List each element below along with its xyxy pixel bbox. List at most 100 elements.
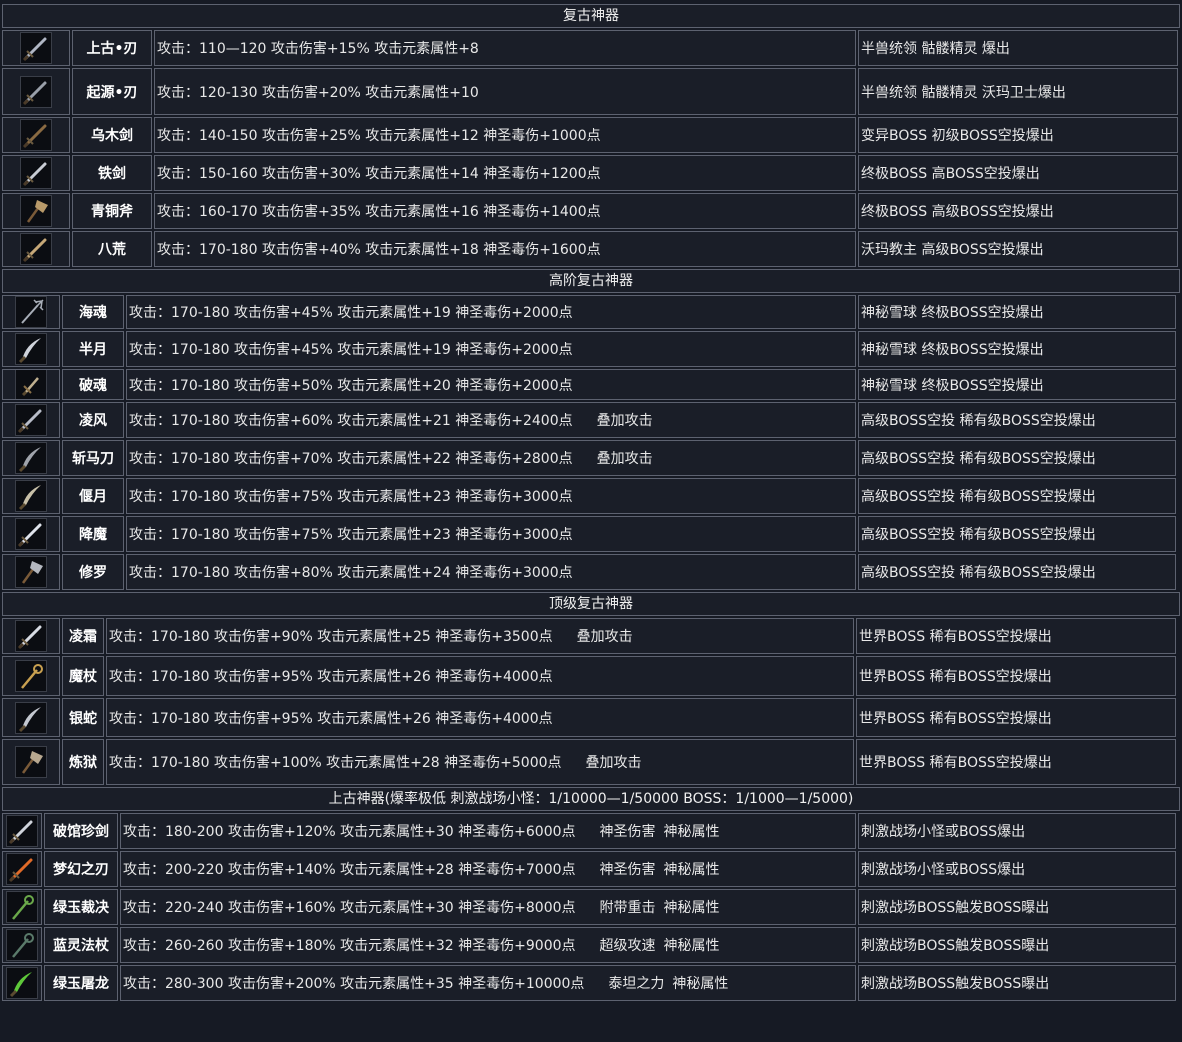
- special-attribute: 神秘属性: [663, 824, 720, 840]
- weapon-attributes: 攻击：160-170 攻击伤害+35% 攻击元素属性+16 神圣毒伤+1400点: [154, 193, 856, 229]
- weapon-name: 凌风: [62, 402, 124, 438]
- weapon-attributes: 攻击：170-180 攻击伤害+95% 攻击元素属性+26 神圣毒伤+4000点: [106, 698, 854, 737]
- table-row: 半月 攻击：170-180 攻击伤害+45% 攻击元素属性+19 神圣毒伤+200…: [2, 331, 1180, 367]
- table-row: 银蛇 攻击：170-180 攻击伤害+95% 攻击元素属性+26 神圣毒伤+400…: [2, 698, 1180, 737]
- drop-source: 高级BOSS空投 稀有级BOSS空投爆出: [858, 554, 1176, 590]
- table-row: 绿玉屠龙 攻击：280-300 攻击伤害+200% 攻击元素属性+35 神圣毒伤+…: [2, 965, 1180, 1001]
- weapon-name: 青铜斧: [72, 193, 152, 229]
- sword-icon: [20, 32, 52, 64]
- weapon-icon-cell: [2, 656, 60, 696]
- weapon-icon-cell: [2, 295, 60, 329]
- section-title: 顶级复古神器: [2, 592, 1180, 616]
- section-title: 高阶复古神器: [2, 269, 1180, 293]
- weapon-icon-cell: [2, 402, 60, 438]
- weapon-attributes: 攻击：110—120 攻击伤害+15% 攻击元素属性+8: [154, 30, 856, 66]
- weapon-attributes: 攻击：200-220 攻击伤害+140% 攻击元素属性+28 神圣毒伤+7000…: [120, 851, 856, 887]
- special-attribute: 神秘属性: [672, 976, 729, 992]
- special-attribute: 神秘属性: [663, 900, 720, 916]
- blade-icon: [6, 967, 38, 999]
- attribute-text: 攻击：170-180 攻击伤害+100% 攻击元素属性+28 神圣毒伤+5000…: [109, 755, 562, 771]
- table-row: 青铜斧 攻击：160-170 攻击伤害+35% 攻击元素属性+16 神圣毒伤+14…: [2, 193, 1180, 229]
- sword-icon: [15, 620, 47, 652]
- special-attribute: 神圣伤害: [599, 824, 656, 840]
- attribute-text: 攻击：170-180 攻击伤害+60% 攻击元素属性+21 神圣毒伤+2400点: [129, 413, 573, 429]
- table-row: 斩马刀 攻击：170-180 攻击伤害+70% 攻击元素属性+22 神圣毒伤+28…: [2, 440, 1180, 476]
- attribute-text: 攻击：110—120 攻击伤害+15% 攻击元素属性+8: [157, 41, 479, 57]
- weapon-name: 炼狱: [62, 739, 104, 785]
- weapon-name: 蓝灵法杖: [44, 927, 118, 963]
- table-row: 修罗 攻击：170-180 攻击伤害+80% 攻击元素属性+24 神圣毒伤+300…: [2, 554, 1180, 590]
- table-row: 凌风 攻击：170-180 攻击伤害+60% 攻击元素属性+21 神圣毒伤+240…: [2, 402, 1180, 438]
- drop-source: 世界BOSS 稀有BOSS空投爆出: [856, 618, 1176, 654]
- staff-icon: [6, 929, 38, 961]
- axe-icon: [20, 195, 52, 227]
- table-row: 偃月 攻击：170-180 攻击伤害+75% 攻击元素属性+23 神圣毒伤+300…: [2, 478, 1180, 514]
- weapon-table: 复古神器 上古•刃 攻击：110—120 攻击伤害+15% 攻击元素属性+8 半兽统领…: [0, 0, 1182, 1042]
- attribute-text: 攻击：120-130 攻击伤害+20% 攻击元素属性+10: [157, 84, 479, 101]
- trident-icon: [15, 296, 47, 328]
- special-attribute: 叠加攻击: [596, 413, 653, 429]
- drop-source: 半兽统领 骷髅精灵 沃玛卫士爆出: [858, 68, 1178, 115]
- section-retro-artifacts: 复古神器 上古•刃 攻击：110—120 攻击伤害+15% 攻击元素属性+8 半兽统领…: [2, 4, 1180, 267]
- weapon-name: 降魔: [62, 516, 124, 552]
- weapon-attributes: 攻击：170-180 攻击伤害+45% 攻击元素属性+19 神圣毒伤+2000点: [126, 331, 856, 367]
- attribute-text: 攻击：170-180 攻击伤害+45% 攻击元素属性+19 神圣毒伤+2000点: [129, 342, 573, 358]
- sword-icon: [20, 233, 52, 265]
- table-row: 上古•刃 攻击：110—120 攻击伤害+15% 攻击元素属性+8 半兽统领 骷髅精…: [2, 30, 1180, 66]
- table-row: 乌木剑 攻击：140-150 攻击伤害+25% 攻击元素属性+12 神圣毒伤+10…: [2, 117, 1180, 153]
- axe-icon: [15, 556, 47, 588]
- weapon-icon-cell: [2, 618, 60, 654]
- axe-icon: [15, 746, 47, 778]
- weapon-attributes: 攻击：120-130 攻击伤害+20% 攻击元素属性+10: [154, 68, 856, 115]
- table-row: 梦幻之刃 攻击：200-220 攻击伤害+140% 攻击元素属性+28 神圣毒伤+…: [2, 851, 1180, 887]
- special-attribute: 叠加攻击: [596, 451, 653, 467]
- weapon-attributes: 攻击：170-180 攻击伤害+50% 攻击元素属性+20 神圣毒伤+2000点: [126, 369, 856, 400]
- weapon-attributes: 攻击：170-180 攻击伤害+75% 攻击元素属性+23 神圣毒伤+3000点: [126, 516, 856, 552]
- weapon-icon-cell: [2, 440, 60, 476]
- section-top-retro-artifacts: 顶级复古神器 凌霜 攻击：170-180 攻击伤害+90% 攻击元素属性+25 神圣…: [2, 592, 1180, 785]
- weapon-name: 破魂: [62, 369, 124, 400]
- special-attribute: 神秘属性: [663, 862, 720, 878]
- weapon-name: 海魂: [62, 295, 124, 329]
- table-row: 降魔 攻击：170-180 攻击伤害+75% 攻击元素属性+23 神圣毒伤+300…: [2, 516, 1180, 552]
- attribute-text: 攻击：170-180 攻击伤害+75% 攻击元素属性+23 神圣毒伤+3000点: [129, 489, 573, 505]
- table-row: 蓝灵法杖 攻击：260-260 攻击伤害+180% 攻击元素属性+32 神圣毒伤+…: [2, 927, 1180, 963]
- sword-icon: [15, 518, 47, 550]
- weapon-icon-cell: [2, 478, 60, 514]
- sword-icon: [6, 853, 38, 885]
- sword-icon: [6, 815, 38, 847]
- weapon-icon-cell: [2, 739, 60, 785]
- attribute-text: 攻击：170-180 攻击伤害+80% 攻击元素属性+24 神圣毒伤+3000点: [129, 565, 573, 581]
- drop-source: 高级BOSS空投 稀有级BOSS空投爆出: [858, 478, 1176, 514]
- staff-icon: [15, 660, 47, 692]
- attribute-text: 攻击：140-150 攻击伤害+25% 攻击元素属性+12 神圣毒伤+1000点: [157, 128, 601, 144]
- drop-source: 刺激战场BOSS触发BOSS曝出: [858, 889, 1176, 925]
- special-attribute: 叠加攻击: [576, 629, 633, 645]
- weapon-icon-cell: [2, 231, 70, 267]
- weapon-attributes: 攻击：170-180 攻击伤害+75% 攻击元素属性+23 神圣毒伤+3000点: [126, 478, 856, 514]
- blade-icon: [15, 333, 47, 365]
- drop-source: 神秘雪球 终极BOSS空投爆出: [858, 295, 1176, 329]
- section-title: 复古神器: [2, 4, 1180, 28]
- attribute-text: 攻击：170-180 攻击伤害+40% 攻击元素属性+18 神圣毒伤+1600点: [157, 242, 601, 258]
- weapon-icon-cell: [2, 68, 70, 115]
- weapon-icon-cell: [2, 193, 70, 229]
- weapon-attributes: 攻击：170-180 攻击伤害+90% 攻击元素属性+25 神圣毒伤+3500点…: [106, 618, 854, 654]
- drop-source: 刺激战场小怪或BOSS爆出: [858, 813, 1176, 849]
- weapon-name: 凌霜: [62, 618, 104, 654]
- table-row: 铁剑 攻击：150-160 攻击伤害+30% 攻击元素属性+14 神圣毒伤+120…: [2, 155, 1180, 191]
- section-advanced-retro-artifacts: 高阶复古神器 海魂 攻击：170-180 攻击伤害+45% 攻击元素属性+19 神圣…: [2, 269, 1180, 590]
- attribute-text: 攻击：170-180 攻击伤害+90% 攻击元素属性+25 神圣毒伤+3500点: [109, 629, 553, 645]
- weapon-icon-cell: [2, 698, 60, 737]
- table-row: 起源•刃 攻击：120-130 攻击伤害+20% 攻击元素属性+10 半兽统领 骷髅…: [2, 68, 1180, 115]
- table-row: 破魂 攻击：170-180 攻击伤害+50% 攻击元素属性+20 神圣毒伤+200…: [2, 369, 1180, 400]
- drop-source: 终极BOSS 高级BOSS空投爆出: [858, 193, 1178, 229]
- drop-source: 终极BOSS 高BOSS空投爆出: [858, 155, 1178, 191]
- weapon-icon-cell: [2, 554, 60, 590]
- section-ancient-artifacts: 上古神器(爆率极低 刺激战场小怪：1/10000—1/50000 BOSS：1/…: [2, 787, 1180, 1001]
- attribute-text: 攻击：160-170 攻击伤害+35% 攻击元素属性+16 神圣毒伤+1400点: [157, 204, 601, 220]
- weapon-name: 魔杖: [62, 656, 104, 696]
- weapon-name: 修罗: [62, 554, 124, 590]
- weapon-attributes: 攻击：220-240 攻击伤害+160% 攻击元素属性+30 神圣毒伤+8000…: [120, 889, 856, 925]
- drop-source: 世界BOSS 稀有BOSS空投爆出: [856, 656, 1176, 696]
